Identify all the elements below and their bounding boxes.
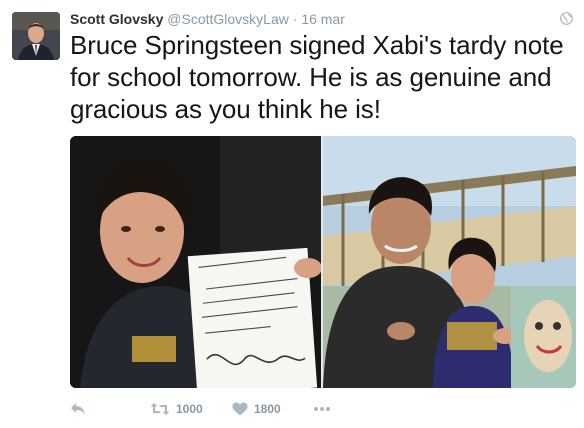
globe-icon bbox=[560, 12, 573, 25]
avatar[interactable] bbox=[12, 12, 60, 60]
reply-icon bbox=[71, 403, 85, 415]
retweet-count: 1000 bbox=[176, 402, 203, 416]
tweet-header: Scott Glovsky @ScottGlovskyLaw · 16 mar bbox=[70, 9, 554, 29]
separator-dot: · bbox=[292, 11, 298, 27]
tweet-media[interactable] bbox=[70, 136, 576, 388]
like-count: 1800 bbox=[254, 402, 281, 416]
retweet-icon bbox=[150, 403, 170, 415]
retweet-button[interactable]: 1000 bbox=[150, 398, 203, 420]
heart-icon bbox=[232, 402, 248, 416]
more-icon bbox=[314, 407, 330, 411]
photo-image bbox=[323, 136, 576, 388]
tweet: Scott Glovsky @ScottGlovskyLaw · 16 mar … bbox=[0, 0, 584, 428]
reply-button[interactable] bbox=[70, 398, 86, 420]
tweet-text: Bruce Springsteen signed Xabi's tardy no… bbox=[70, 30, 564, 124]
photo-springsteen-with-boy[interactable] bbox=[323, 136, 576, 388]
photo-boy-with-note[interactable] bbox=[70, 136, 321, 388]
timestamp[interactable]: 16 mar bbox=[301, 11, 345, 27]
photo-image bbox=[70, 136, 321, 388]
author-name[interactable]: Scott Glovsky bbox=[70, 11, 163, 27]
author-handle[interactable]: @ScottGlovskyLaw bbox=[167, 11, 289, 27]
tweet-actions: 1000 1800 bbox=[70, 398, 370, 420]
like-button[interactable]: 1800 bbox=[232, 398, 281, 420]
avatar-image bbox=[12, 12, 60, 60]
more-button[interactable] bbox=[313, 398, 331, 420]
